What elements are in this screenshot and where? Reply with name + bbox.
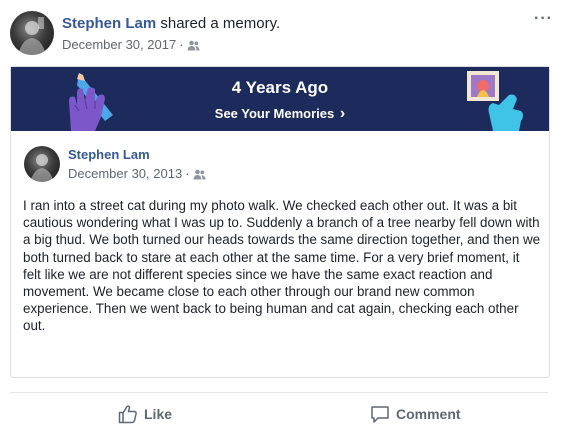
speech-bubble-icon [371, 406, 389, 423]
original-post-text: I ran into a street cat during my photo … [23, 198, 541, 334]
like-button[interactable]: Like [118, 404, 172, 424]
post-header-line: Stephen Lam shared a memory. [62, 15, 280, 32]
post-action-text: shared a memory. [160, 15, 281, 32]
meta-separator: · [179, 37, 184, 52]
author-name-link[interactable]: Stephen Lam [62, 15, 156, 32]
friends-icon[interactable] [193, 168, 206, 183]
like-label: Like [144, 406, 173, 422]
author-avatar[interactable] [10, 11, 54, 55]
chevron-right-icon: › [339, 105, 346, 122]
post-date-link[interactable]: December 30, 2017 [62, 37, 176, 52]
comment-label: Comment [396, 406, 461, 422]
comment-button[interactable]: Comment [370, 404, 461, 424]
friends-icon[interactable] [187, 39, 200, 54]
meta-separator: · [185, 166, 190, 181]
more-options-icon: ··· [534, 10, 553, 27]
memory-card: 4 Years Ago See Your Memories › Stephen … [10, 66, 550, 378]
see-your-memories-label: See Your Memories [214, 106, 335, 121]
more-options-button[interactable]: ··· [534, 10, 553, 28]
original-author-name-link[interactable]: Stephen Lam [68, 147, 150, 162]
original-post-meta: December 30, 2013 · [68, 166, 206, 183]
memory-banner: 4 Years Ago See Your Memories › [11, 67, 549, 131]
action-divider [10, 392, 548, 393]
original-post-date-link[interactable]: December 30, 2013 [68, 166, 182, 181]
post-meta: December 30, 2017 · [62, 37, 200, 54]
original-author-avatar[interactable] [24, 146, 60, 182]
thumbs-up-icon [118, 405, 137, 424]
photo-frame-illustration-icon [467, 71, 523, 131]
